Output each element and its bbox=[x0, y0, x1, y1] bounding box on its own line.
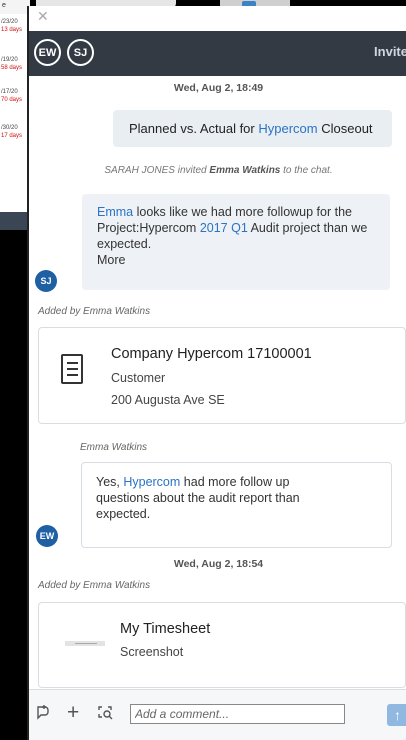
send-icon: ↑ bbox=[394, 707, 401, 723]
timestamp: Wed, Aug 2, 18:54 bbox=[173, 558, 264, 570]
chat-header: EW SJ Invite bbox=[29, 31, 406, 76]
period-link[interactable]: 2017 Q1 bbox=[200, 221, 248, 235]
background-entry: /19/20 58 days bbox=[1, 57, 23, 71]
chat-add-icon[interactable] bbox=[35, 704, 51, 725]
message-text: Yes, Hypercom had more follow up questio… bbox=[96, 475, 300, 521]
chat-window: ✕ EW SJ Invite Wed, Aug 2, 18:49 Planned… bbox=[27, 6, 406, 740]
send-button[interactable]: ↑ bbox=[387, 704, 406, 726]
comment-input[interactable] bbox=[130, 704, 345, 724]
attach-screenshot-icon[interactable] bbox=[97, 704, 113, 725]
avatar[interactable]: SJ bbox=[67, 39, 94, 66]
hypercom-link[interactable]: Hypercom bbox=[123, 475, 180, 489]
window-top-edge: ✕ bbox=[29, 6, 406, 31]
system-message: SARAH JONES invited Emma Watkins to the … bbox=[104, 165, 333, 176]
background-entry: /23/20 13 days bbox=[1, 19, 23, 33]
timestamp: Wed, Aug 2, 18:49 bbox=[173, 82, 264, 94]
card-address: 200 Augusta Ave SE bbox=[111, 393, 225, 407]
card-subtitle: Screenshot bbox=[120, 645, 184, 659]
background-entry: /30/20 17 days bbox=[1, 125, 23, 139]
customer-card[interactable]: Company Hypercom 17100001 Customer 200 A… bbox=[38, 327, 406, 424]
more-link[interactable]: More bbox=[97, 253, 125, 267]
sender-name: Emma Watkins bbox=[80, 442, 148, 453]
incoming-message: Emma looks like we had more followup for… bbox=[82, 194, 390, 290]
screenshot-thumbnail bbox=[65, 641, 105, 646]
plus-icon[interactable]: + bbox=[67, 701, 79, 725]
avatar[interactable]: SJ bbox=[35, 270, 57, 292]
close-icon[interactable]: ✕ bbox=[37, 8, 49, 25]
message-text: Planned vs. Actual for Hypercom Closeout bbox=[129, 121, 373, 136]
avatar[interactable]: EW bbox=[36, 525, 58, 547]
background-entry: /17/20 70 days bbox=[1, 89, 23, 103]
document-icon bbox=[61, 354, 83, 384]
card-title: Company Hypercom 17100001 bbox=[111, 346, 312, 362]
reply-message: Yes, Hypercom had more follow up questio… bbox=[81, 462, 392, 548]
card-subtitle: Customer bbox=[111, 371, 166, 385]
background-footer-bar bbox=[0, 212, 30, 230]
background-window: e /23/20 13 days /19/20 58 days /17/20 7… bbox=[0, 0, 30, 740]
added-by-label: Added by Emma Watkins bbox=[38, 306, 151, 317]
hypercom-link[interactable]: Hypercom bbox=[258, 121, 317, 136]
added-by-label: Added by Emma Watkins bbox=[38, 580, 151, 591]
mention-link[interactable]: Emma bbox=[97, 205, 133, 219]
background-dark-area bbox=[0, 230, 30, 740]
outgoing-message: Planned vs. Actual for Hypercom Closeout bbox=[113, 110, 392, 147]
background-header: e bbox=[0, 0, 30, 14]
timesheet-card[interactable]: My Timesheet Screenshot bbox=[38, 602, 406, 688]
composer: + ↑ bbox=[29, 689, 406, 740]
message-text: Emma looks like we had more followup for… bbox=[97, 205, 368, 267]
avatar[interactable]: EW bbox=[34, 39, 61, 66]
invite-button[interactable]: Invite bbox=[374, 44, 406, 59]
card-title: My Timesheet bbox=[120, 621, 211, 637]
